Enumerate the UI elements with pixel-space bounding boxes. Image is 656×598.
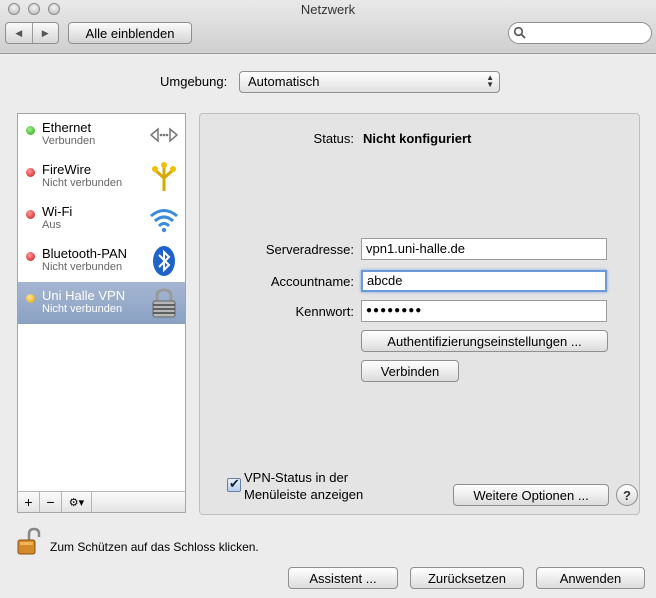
password-input[interactable]: ●●●●●●●● xyxy=(361,300,607,322)
authentication-settings-button[interactable]: Authentifizierungseinstellungen ... xyxy=(361,330,608,352)
checkmark-icon: ✔ xyxy=(229,476,240,491)
service-item-wifi[interactable]: Wi-Fi Aus xyxy=(18,198,185,240)
vpn-status-checkbox[interactable]: ✔ xyxy=(227,476,241,492)
service-status: Aus xyxy=(42,219,61,231)
status-dot-icon xyxy=(26,294,35,303)
window-title: Netzwerk xyxy=(300,2,356,17)
service-item-bluetooth-pan[interactable]: Bluetooth-PAN Nicht verbunden xyxy=(18,240,185,282)
status-dot-icon xyxy=(26,210,35,219)
service-name: Uni Halle VPN xyxy=(42,288,126,303)
lock-icon[interactable] xyxy=(17,527,43,557)
vpn-status-label-line1: VPN-Status in der xyxy=(244,470,349,485)
assistant-button[interactable]: Assistent ... xyxy=(288,567,398,589)
server-address-input[interactable]: vpn1.uni-halle.de xyxy=(361,238,607,260)
environment-label: Umgebung: xyxy=(160,74,228,89)
wifi-icon xyxy=(150,209,178,233)
service-name: Wi-Fi xyxy=(42,204,73,219)
back-forward-control: ◀ ▶ xyxy=(5,22,59,44)
service-item-uni-halle-vpn[interactable]: Uni Halle VPN Nicht verbunden xyxy=(18,282,185,324)
search-icon xyxy=(513,26,526,39)
bluetooth-icon xyxy=(153,246,175,276)
service-status: Nicht verbunden xyxy=(42,177,123,189)
service-item-ethernet[interactable]: Ethernet Verbunden xyxy=(18,114,185,156)
status-value: Nicht konfiguriert xyxy=(363,131,472,146)
service-name: Ethernet xyxy=(42,120,92,135)
service-list: Ethernet Verbunden FireWire Nicht verbun… xyxy=(17,113,186,513)
advanced-options-button[interactable]: Weitere Optionen ... xyxy=(453,484,609,506)
status-dot-icon xyxy=(26,168,35,177)
service-name: FireWire xyxy=(42,162,92,177)
service-list-controls: + − ⚙▾ xyxy=(17,491,186,513)
service-status: Verbunden xyxy=(42,135,96,147)
environment-popup[interactable]: Automatisch ▲ ▼ xyxy=(239,71,500,93)
apply-button[interactable]: Anwenden xyxy=(536,567,645,589)
forward-button[interactable]: ▶ xyxy=(31,23,59,43)
remove-service-button[interactable]: − xyxy=(40,492,62,512)
status-dot-icon xyxy=(26,252,35,261)
show-all-button[interactable]: Alle einblenden xyxy=(68,22,192,44)
vpn-lock-icon xyxy=(152,288,176,318)
revert-button[interactable]: Zurücksetzen xyxy=(410,567,524,589)
back-button[interactable]: ◀ xyxy=(6,23,32,43)
window-toolbar: Netzwerk ◀ ▶ Alle einblenden xyxy=(0,0,656,54)
service-name: Bluetooth-PAN xyxy=(42,246,128,261)
help-button[interactable]: ? xyxy=(616,484,638,506)
status-label: Status: xyxy=(313,131,354,146)
password-label: Kennwort: xyxy=(295,304,354,319)
connect-button[interactable]: Verbinden xyxy=(361,360,459,382)
popup-arrows-icon: ▲ ▼ xyxy=(486,73,494,89)
service-status: Nicht verbunden xyxy=(42,261,123,273)
vpn-status-label-line2: Menüleiste anzeigen xyxy=(244,487,364,502)
server-address-label: Serveradresse: xyxy=(265,242,354,257)
firewire-icon xyxy=(152,162,176,191)
service-status: Nicht verbunden xyxy=(42,303,123,315)
service-item-firewire[interactable]: FireWire Nicht verbunden xyxy=(18,156,185,198)
account-name-label: Accountname: xyxy=(270,274,354,289)
add-service-button[interactable]: + xyxy=(18,492,40,512)
lock-hint-text: Zum Schützen auf das Schloss klicken. xyxy=(50,540,259,554)
search-field[interactable] xyxy=(508,22,652,44)
vpn-status-checkbox-label: VPN-Status in der Menüleiste anzeigen xyxy=(244,469,363,503)
status-dot-icon xyxy=(26,126,35,135)
ethernet-arrows-icon xyxy=(149,127,179,143)
environment-value: Automatisch xyxy=(248,74,320,89)
account-name-input[interactable]: abcde xyxy=(361,270,607,292)
detail-panel: Status: Nicht konfiguriert Serveradresse… xyxy=(199,113,640,515)
gear-menu-button[interactable]: ⚙▾ xyxy=(62,492,92,512)
